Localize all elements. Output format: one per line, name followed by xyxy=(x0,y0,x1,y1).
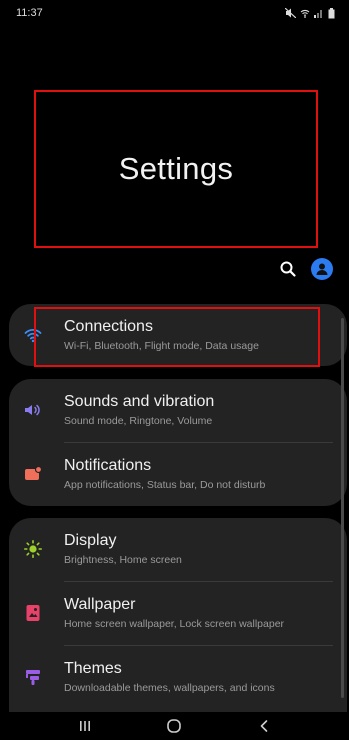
wifi-status-icon xyxy=(300,8,310,18)
item-text: Display Brightness, Home screen xyxy=(64,531,337,567)
settings-item-display[interactable]: Display Brightness, Home screen xyxy=(9,518,347,580)
item-title: Connections xyxy=(64,318,153,335)
item-subtitle: Wi-Fi, Bluetooth, Flight mode, Data usag… xyxy=(64,340,259,352)
item-title: Themes xyxy=(64,660,122,677)
settings-item-wallpaper[interactable]: Wallpaper Home screen wallpaper, Lock sc… xyxy=(9,582,347,644)
item-subtitle: Home screen wallpaper, Lock screen wallp… xyxy=(64,618,285,630)
item-text: Sounds and vibration Sound mode, Rington… xyxy=(64,392,337,428)
item-subtitle: App notifications, Status bar, Do not di… xyxy=(64,479,266,491)
item-title: Notifications xyxy=(64,457,152,474)
item-subtitle: Sound mode, Ringtone, Volume xyxy=(64,415,213,427)
item-subtitle: Downloadable themes, wallpapers, and ico… xyxy=(64,682,275,694)
profile-icon[interactable] xyxy=(311,258,333,280)
battery-icon xyxy=(328,7,335,19)
status-bar: 11:37 xyxy=(0,0,349,26)
settings-group-sound: Sounds and vibration Sound mode, Rington… xyxy=(9,379,347,506)
wallpaper-icon xyxy=(23,603,43,623)
settings-item-sounds[interactable]: Sounds and vibration Sound mode, Rington… xyxy=(9,379,347,441)
themes-icon xyxy=(23,667,43,687)
navigation-bar xyxy=(0,712,349,740)
signal-icon xyxy=(314,8,324,18)
back-icon[interactable] xyxy=(252,716,276,736)
item-text: Wallpaper Home screen wallpaper, Lock sc… xyxy=(64,595,337,631)
item-title: Sounds and vibration xyxy=(64,393,215,410)
scrollbar[interactable] xyxy=(341,318,344,698)
wifi-icon xyxy=(23,325,43,345)
home-icon[interactable] xyxy=(162,716,186,736)
sun-icon xyxy=(23,539,43,559)
recents-icon[interactable] xyxy=(73,716,97,736)
status-time: 11:37 xyxy=(16,7,43,19)
settings-item-connections[interactable]: Connections Wi-Fi, Bluetooth, Flight mod… xyxy=(9,304,347,366)
item-text: Themes Downloadable themes, wallpapers, … xyxy=(64,659,337,695)
header-actions xyxy=(279,258,333,280)
settings-item-themes[interactable]: Themes Downloadable themes, wallpapers, … xyxy=(9,646,347,708)
search-icon[interactable] xyxy=(279,260,297,278)
item-title: Display xyxy=(64,532,117,549)
page-title: Settings xyxy=(118,151,234,186)
large-title-area: Settings xyxy=(34,90,318,248)
status-icons xyxy=(285,7,335,19)
mute-icon xyxy=(285,8,296,18)
notification-icon xyxy=(23,464,43,484)
item-text: Connections Wi-Fi, Bluetooth, Flight mod… xyxy=(64,317,337,353)
item-text: Notifications App notifications, Status … xyxy=(64,456,337,492)
settings-group-connections: Connections Wi-Fi, Bluetooth, Flight mod… xyxy=(9,304,347,366)
settings-group-display: Display Brightness, Home screen Wallpape… xyxy=(9,518,347,714)
settings-item-notifications[interactable]: Notifications App notifications, Status … xyxy=(9,443,347,505)
item-title: Wallpaper xyxy=(64,596,136,613)
volume-icon xyxy=(23,400,43,420)
item-subtitle: Brightness, Home screen xyxy=(64,554,182,566)
